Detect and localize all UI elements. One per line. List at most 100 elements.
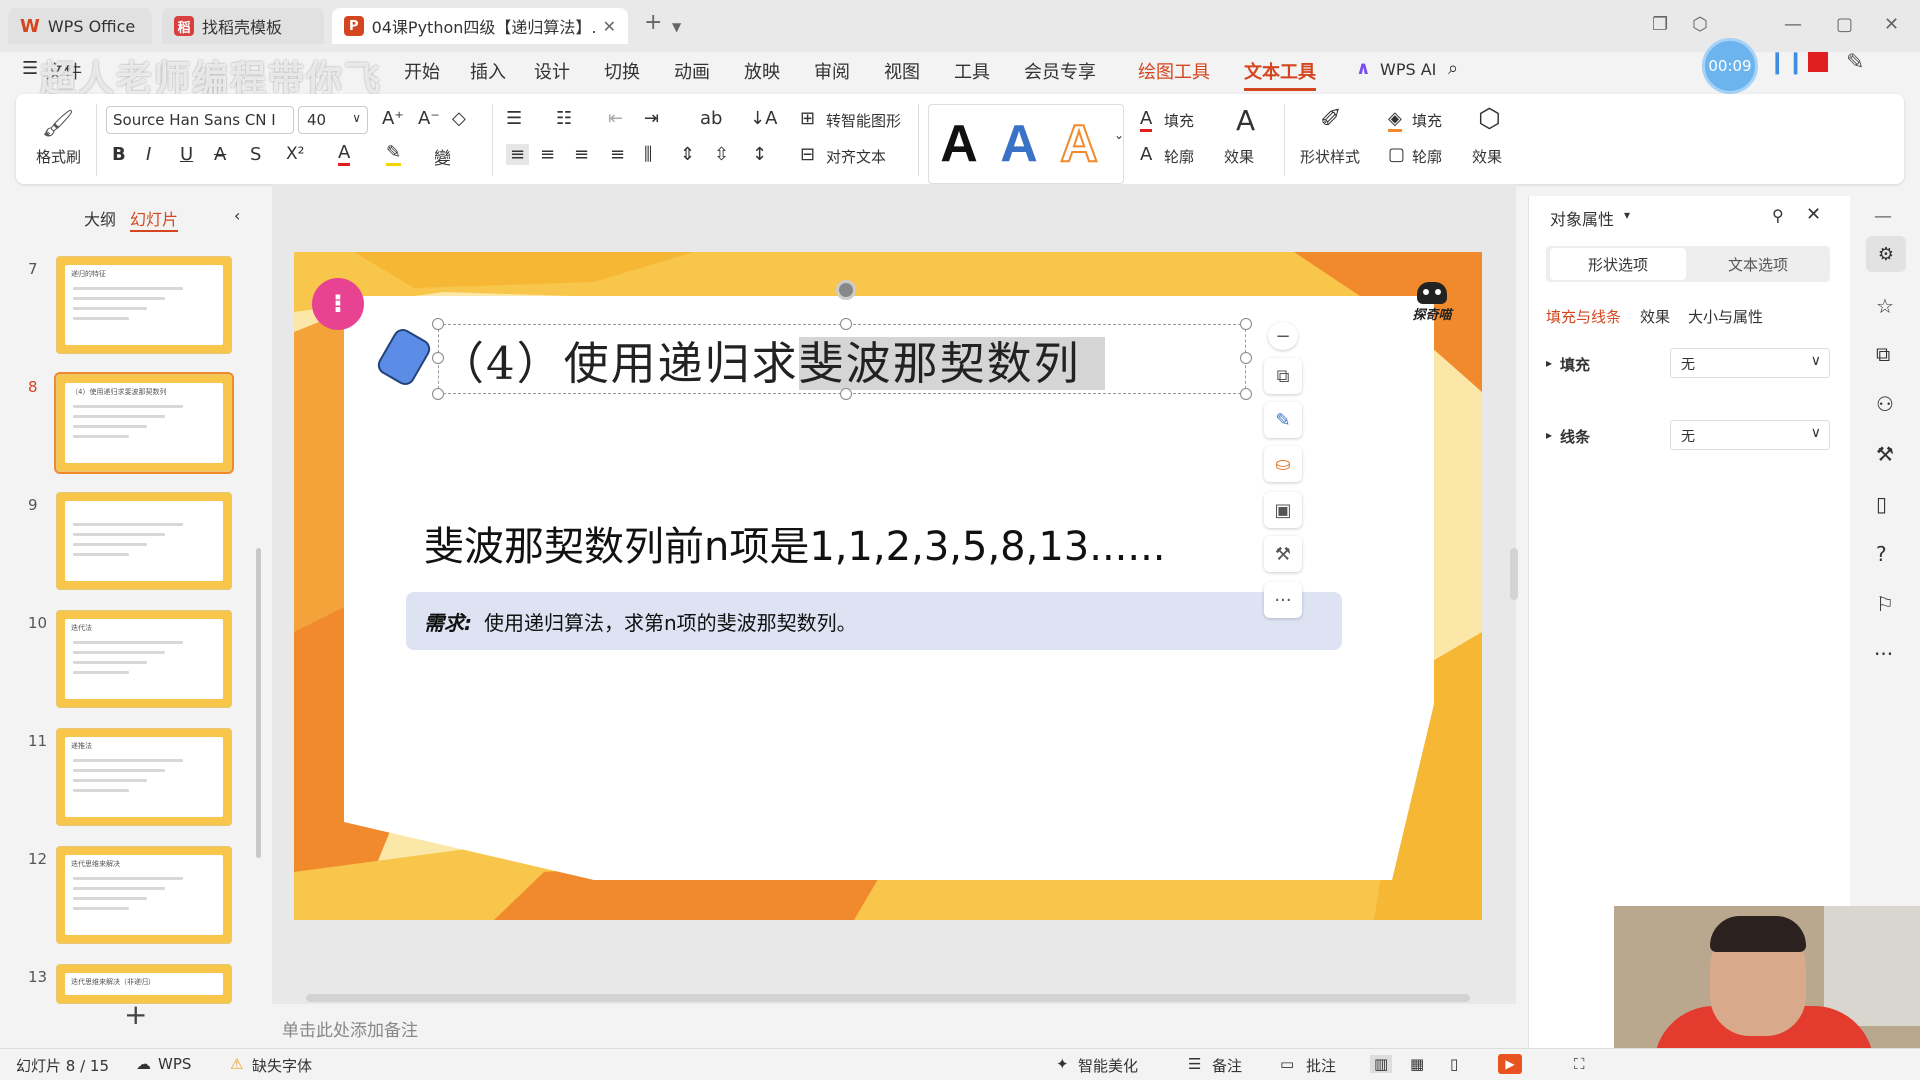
share-icon[interactable]: ⚐ — [1876, 592, 1894, 616]
menu-insert[interactable]: 插入 — [470, 58, 506, 84]
font-size-select[interactable]: 40 ∨ — [298, 106, 368, 134]
menu-view[interactable]: 视图 — [884, 58, 920, 84]
text-style-black[interactable]: A — [940, 114, 978, 174]
reading-view-icon[interactable]: ▯ — [1450, 1055, 1458, 1073]
tab-shape-options[interactable]: 形状选项 — [1550, 248, 1686, 280]
resize-handle[interactable] — [432, 352, 444, 364]
spacing-menu-icon[interactable]: ↕ — [752, 144, 767, 165]
tab-ppt-file[interactable]: P 04课Python四级【递归算法】.pp ✕ — [332, 8, 628, 44]
slide-thumbnail[interactable]: 迭代法 — [56, 610, 232, 708]
bold-icon[interactable]: B — [112, 144, 126, 165]
maximize-icon[interactable]: ▢ — [1836, 14, 1853, 35]
close-window-icon[interactable]: ✕ — [1884, 14, 1899, 35]
menu-member[interactable]: 会员专享 — [1024, 58, 1096, 84]
close-panel-icon[interactable]: ✕ — [1806, 204, 1821, 225]
window-restore-icon[interactable]: ❐ — [1652, 14, 1668, 35]
style-brush-icon[interactable]: ✎ — [1264, 402, 1302, 438]
collapse-panel-icon[interactable]: ‹ — [234, 206, 240, 225]
magic-tools-icon[interactable]: ⚒ — [1264, 536, 1302, 572]
clear-format-icon[interactable]: ◇ — [452, 108, 466, 129]
numbered-list-icon[interactable]: ☷ — [556, 108, 572, 129]
rotate-handle[interactable] — [836, 280, 856, 300]
expand-arrow-icon[interactable]: ▸ — [1546, 428, 1552, 442]
tab-docer[interactable]: 稻 找稻壳模板 — [162, 8, 324, 44]
panel-title[interactable]: 对象属性 — [1550, 206, 1614, 230]
resize-handle[interactable] — [1240, 318, 1252, 330]
menu-design[interactable]: 设计 — [534, 58, 570, 84]
increase-font-icon[interactable]: A⁺ — [382, 108, 404, 129]
text-columns-icon[interactable]: ab — [700, 108, 722, 129]
resize-handle[interactable] — [1240, 388, 1252, 400]
recorder-stop-icon[interactable] — [1808, 52, 1828, 72]
text-direction-icon[interactable]: ↓A — [750, 108, 777, 129]
new-tab-icon[interactable]: + — [644, 10, 662, 35]
menu-slideshow[interactable]: 放映 — [744, 58, 780, 84]
italic-icon[interactable]: I — [146, 144, 151, 165]
text-style-gallery[interactable]: A A A — [928, 104, 1124, 184]
menu-transition[interactable]: 切换 — [604, 58, 640, 84]
hamburger-menu-icon[interactable]: ☰ — [22, 58, 38, 79]
line-spacing-icon[interactable]: ⇕ — [680, 144, 695, 165]
recorder-timer[interactable]: 00:09 — [1702, 38, 1758, 94]
chevron-down-icon[interactable]: ▾ — [1624, 208, 1630, 222]
add-slide-icon[interactable]: + — [124, 998, 147, 1031]
ai-icon[interactable]: ⚇ — [1876, 392, 1894, 416]
resize-handle[interactable] — [840, 388, 852, 400]
slide-thumbnail[interactable]: 递推法 — [56, 728, 232, 826]
tab-slides[interactable]: 幻灯片 — [130, 206, 179, 232]
more-icon[interactable]: ··· — [1874, 642, 1893, 666]
minimize-sidebar-icon[interactable]: — — [1874, 206, 1892, 227]
minimize-icon[interactable]: — — [1784, 14, 1802, 35]
tab-outline[interactable]: 大纲 — [84, 206, 116, 230]
shadow-text-icon[interactable]: S — [250, 144, 261, 165]
text-effect-button[interactable]: 效果 — [1224, 146, 1254, 167]
text-fill-button[interactable]: 填充 — [1164, 110, 1194, 131]
underline-icon[interactable]: U — [180, 144, 193, 165]
menu-wps-ai[interactable]: WPS AI — [1380, 60, 1436, 79]
resize-handle[interactable] — [432, 318, 444, 330]
fit-screen-icon[interactable]: ⛶ — [1574, 1055, 1585, 1073]
resize-handle[interactable] — [1240, 352, 1252, 364]
decrease-indent-icon[interactable]: ⇤ — [608, 108, 623, 129]
text-style-blue[interactable]: A — [1000, 114, 1038, 174]
pin-panel-icon[interactable]: ⚲ — [1772, 206, 1784, 225]
smart-beautify-button[interactable]: 智能美化 — [1078, 1055, 1138, 1076]
slide-thumbnail[interactable]: （4）使用递归求斐波那契数列 — [54, 372, 234, 474]
phonetic-icon[interactable]: 變 — [434, 144, 451, 169]
chevron-down-icon[interactable]: ▼ — [672, 20, 681, 34]
play-slideshow-icon[interactable]: ▶ — [1498, 1054, 1522, 1074]
highlight-icon[interactable]: ✎ — [386, 142, 402, 166]
menu-tools[interactable]: 工具 — [954, 58, 990, 84]
shape-outline-button[interactable]: 轮廓 — [1412, 146, 1442, 167]
resize-handle[interactable] — [840, 318, 852, 330]
recorder-pause-icon[interactable]: ❙❙ — [1768, 50, 1805, 75]
fill-bucket-icon[interactable]: ⛀ — [1264, 446, 1302, 482]
menu-text-tools[interactable]: 文本工具 — [1244, 58, 1316, 91]
paragraph-spacing-icon[interactable]: ⇳ — [714, 144, 729, 165]
text-outline-button[interactable]: 轮廓 — [1164, 146, 1194, 167]
close-tab-icon[interactable]: ✕ — [603, 17, 616, 36]
align-right-icon[interactable]: ≡ — [574, 144, 589, 165]
gallery-expand-icon[interactable]: ⌄ — [1114, 128, 1124, 142]
subtab-fill-line[interactable]: 填充与线条 — [1546, 306, 1621, 327]
search-icon[interactable]: ⌕ — [1448, 58, 1458, 79]
subtab-size-props[interactable]: 大小与属性 — [1688, 306, 1763, 327]
format-painter-icon[interactable]: 🖌 — [38, 104, 78, 144]
thumbnail-scrollbar[interactable] — [256, 548, 261, 858]
notes-button[interactable]: 备注 — [1212, 1055, 1242, 1076]
expand-arrow-icon[interactable]: ▸ — [1546, 356, 1552, 370]
font-name-select[interactable]: Source Han Sans CN I — [106, 106, 294, 134]
missing-font-button[interactable]: 缺失字体 — [252, 1055, 312, 1076]
grid-view-icon[interactable]: ▦ — [1410, 1055, 1424, 1073]
subtab-effect[interactable]: 效果 — [1640, 306, 1670, 327]
align-center-icon[interactable]: ≡ — [540, 144, 555, 165]
tab-text-options[interactable]: 文本选项 — [1690, 248, 1826, 280]
font-color-icon[interactable]: A — [338, 142, 351, 166]
book-icon[interactable]: ▯ — [1876, 492, 1887, 516]
text-style-orange-outline[interactable]: A — [1059, 114, 1099, 174]
notes-input[interactable]: 单击此处添加备注 — [282, 1016, 418, 1041]
more-options-icon[interactable]: ··· — [1264, 582, 1302, 618]
collapse-float-icon[interactable]: − — [1268, 322, 1298, 350]
justify-icon[interactable]: ≡ — [610, 144, 625, 165]
properties-icon[interactable]: ⚙ — [1866, 236, 1906, 272]
